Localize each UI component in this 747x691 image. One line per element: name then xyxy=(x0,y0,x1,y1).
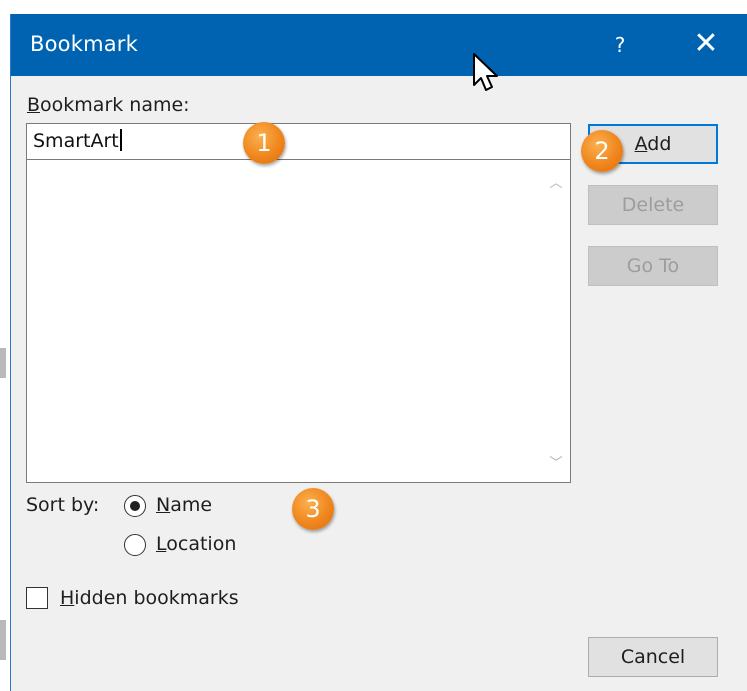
background-edge-mark xyxy=(0,620,6,660)
callout-badge-3: 3 xyxy=(292,488,334,530)
mouse-cursor-icon xyxy=(473,53,498,91)
go-to-button[interactable]: Go To xyxy=(588,246,718,286)
hidden-bookmarks-label[interactable]: Hidden bookmarks xyxy=(60,587,239,609)
list-scrollbar[interactable]: ︿ ﹀ xyxy=(542,160,570,482)
sort-location-radio[interactable] xyxy=(124,534,146,556)
dialog-title: Bookmark xyxy=(30,32,138,56)
close-button[interactable]: ✕ xyxy=(679,14,733,76)
help-button[interactable]: ? xyxy=(596,14,644,76)
bookmark-name-label: Bookmark name: xyxy=(27,94,190,116)
bookmark-list[interactable]: ︿ ﹀ xyxy=(26,160,571,483)
delete-button[interactable]: Delete xyxy=(588,185,718,225)
text-caret xyxy=(119,129,122,151)
sort-location-label[interactable]: Location xyxy=(156,533,236,555)
cancel-button[interactable]: Cancel xyxy=(588,637,718,677)
title-bar: Bookmark ? ✕ xyxy=(11,14,747,76)
callout-badge-2: 2 xyxy=(581,130,623,172)
background-window-edge xyxy=(0,0,10,691)
callout-badge-1: 1 xyxy=(243,122,285,164)
sort-by-label: Sort by: xyxy=(26,494,100,516)
scroll-down-icon[interactable]: ﹀ xyxy=(546,454,566,474)
sort-name-radio[interactable] xyxy=(124,495,146,517)
scroll-up-icon[interactable]: ︿ xyxy=(546,174,566,194)
radio-selected-dot xyxy=(129,500,140,511)
bookmark-name-input[interactable]: SmartArt xyxy=(26,123,571,160)
bookmark-dialog: Bookmark ? ✕ Bookmark name: SmartArt ︿ ﹀… xyxy=(10,14,747,691)
sort-name-label[interactable]: Name xyxy=(156,494,212,516)
background-edge-mark xyxy=(0,348,6,378)
screenshot: Bookmark ? ✕ Bookmark name: SmartArt ︿ ﹀… xyxy=(0,0,747,691)
hidden-bookmarks-checkbox[interactable] xyxy=(26,587,48,609)
